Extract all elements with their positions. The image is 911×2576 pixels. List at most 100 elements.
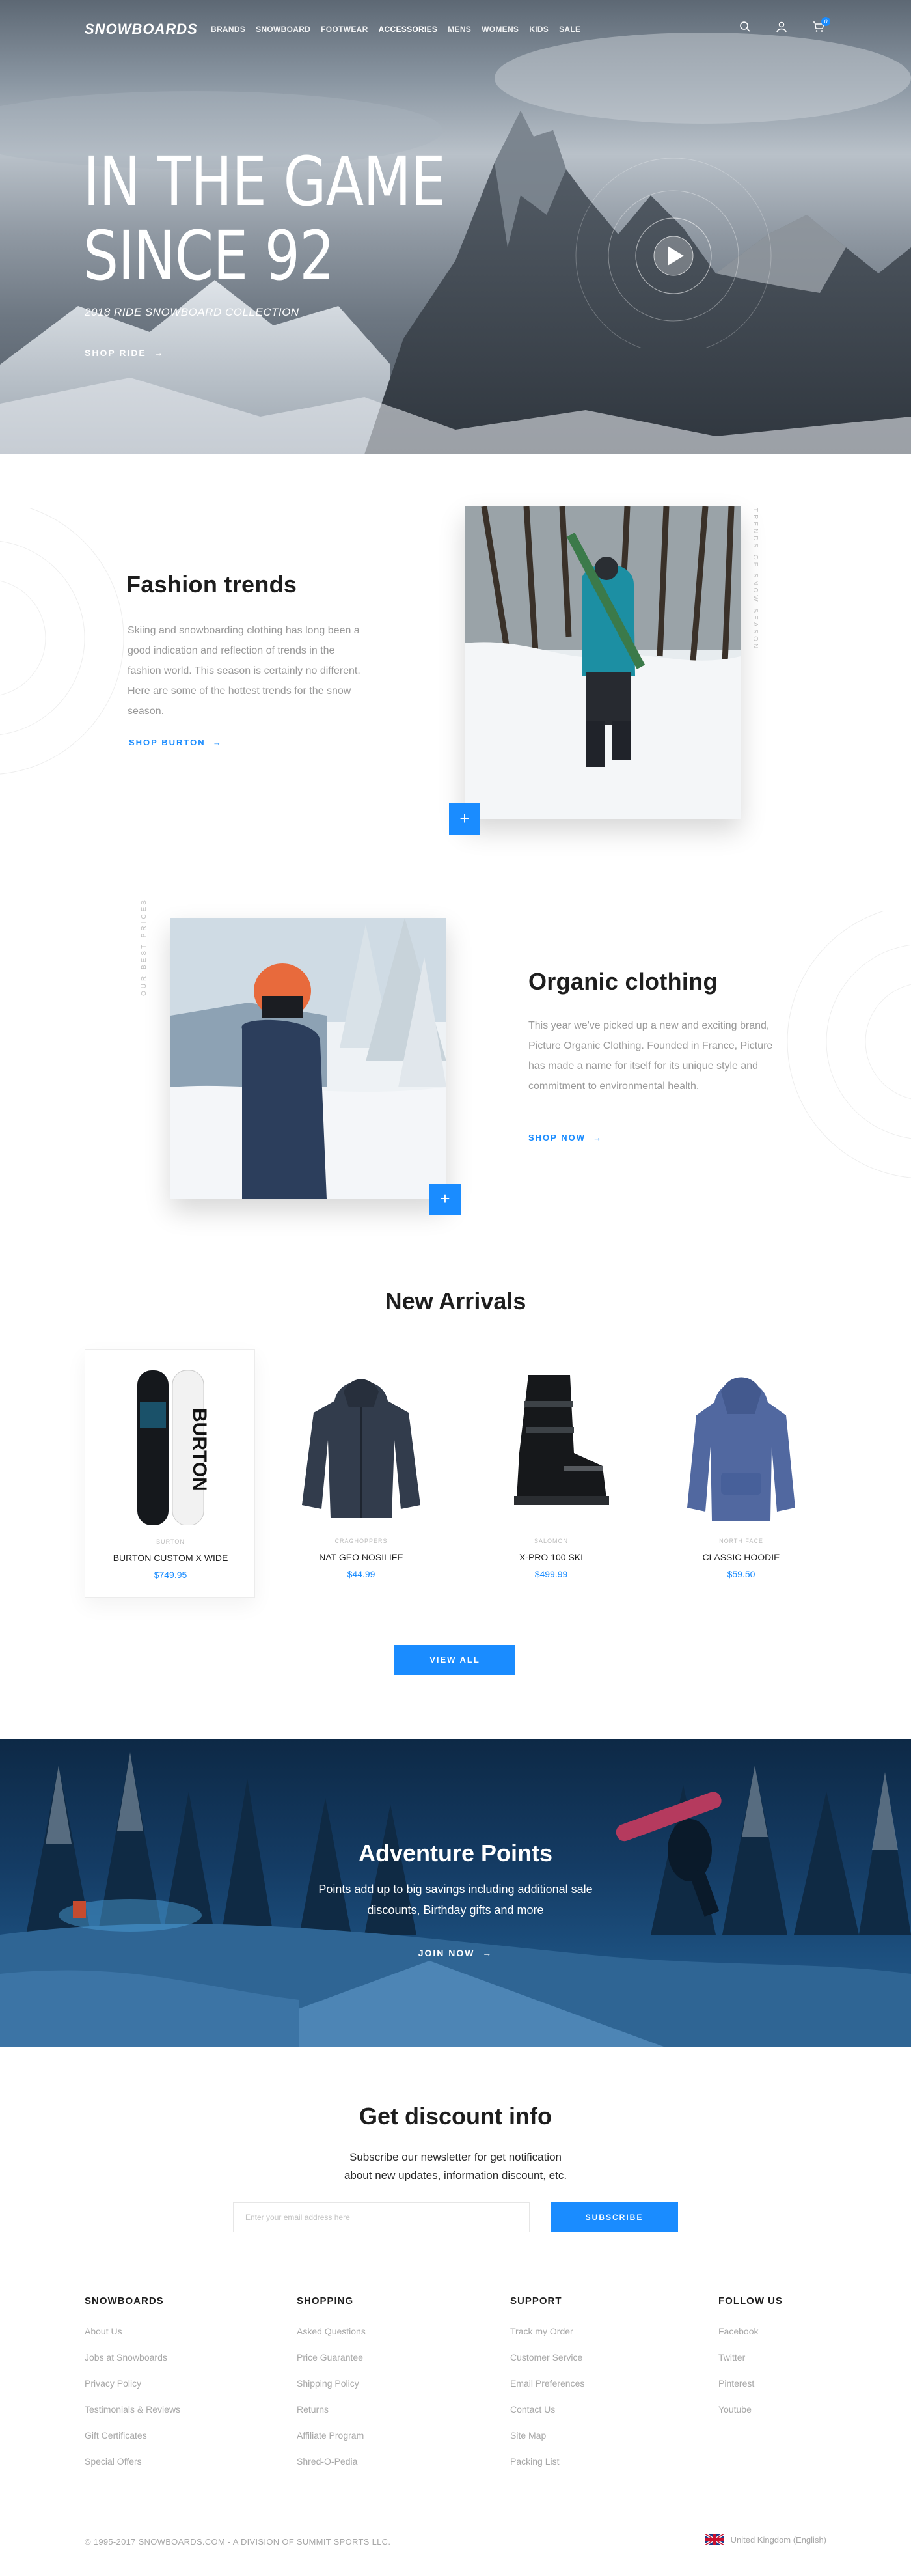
user-icon[interactable]	[776, 21, 790, 35]
search-icon[interactable]	[739, 21, 754, 35]
nav-snowboard[interactable]: SNOWBOARD	[256, 25, 310, 34]
join-now-link[interactable]: JOIN NOW →	[0, 1948, 911, 1958]
footer-link[interactable]: Twitter	[718, 2352, 783, 2378]
footer-link[interactable]: Email Preferences	[510, 2378, 584, 2404]
product-name[interactable]: CLASSIC HOODIE	[656, 1552, 826, 1562]
hero-cta-link[interactable]: SHOP RIDE →	[85, 348, 165, 358]
product-image-snowboard: BURTON	[137, 1370, 210, 1525]
footer-link[interactable]: Pinterest	[718, 2378, 783, 2404]
new-arrivals-title: New Arrivals	[385, 1288, 526, 1314]
shop-burton-link[interactable]: SHOP BURTON →	[129, 738, 223, 747]
nav-accessories[interactable]: ACCESSORIES	[379, 25, 438, 34]
newsletter-text-line2: about new updates, information discount,…	[344, 2169, 567, 2181]
organic-photo	[170, 918, 446, 1199]
nav-footwear[interactable]: FOOTWEAR	[321, 25, 368, 34]
product-price: $44.99	[347, 1569, 375, 1579]
footer-column-support: SUPPORT Track my Order Customer Service …	[510, 2295, 584, 2482]
adventure-title: Adventure Points	[358, 1840, 553, 1866]
product-image-hoodie	[302, 1379, 420, 1518]
nav-kids[interactable]: KIDS	[529, 25, 549, 34]
arrow-right-icon: →	[150, 348, 165, 358]
add-organic-button[interactable]: +	[429, 1184, 461, 1215]
fashion-photo	[465, 506, 741, 819]
hero-cta-label: SHOP RIDE	[85, 348, 146, 358]
footer-link[interactable]: Gift Certificates	[85, 2430, 180, 2456]
footer-column-shopping: SHOPPING Asked Questions Price Guarantee…	[297, 2295, 366, 2482]
nav-brands[interactable]: BRANDS	[211, 25, 245, 34]
product-image-ski-boot	[514, 1375, 609, 1505]
nav-womens[interactable]: WOMENS	[482, 25, 519, 34]
product-brand: NORTH FACE	[719, 1538, 763, 1544]
play-video-button[interactable]	[566, 140, 774, 348]
add-fashion-button[interactable]: +	[449, 803, 480, 835]
footer-link[interactable]: Privacy Policy	[85, 2378, 180, 2404]
hero-title-line1: IN THE GAME	[83, 142, 446, 221]
email-field[interactable]	[233, 2202, 530, 2232]
hero-subtitle: 2018 RIDE SNOWBOARD COLLECTION	[85, 306, 299, 318]
product-name[interactable]: NAT GEO NOSILIFE	[276, 1552, 446, 1562]
footer-link[interactable]: Price Guarantee	[297, 2352, 366, 2378]
vertical-label-trends: TRENDS OF SNOW SEASON	[752, 508, 759, 652]
language-label: United Kingdom (English)	[730, 2534, 826, 2545]
product-price: $499.99	[534, 1569, 568, 1579]
adventure-text-line1: Points add up to big savings including a…	[318, 1883, 593, 1896]
footer-link[interactable]: Track my Order	[510, 2326, 584, 2352]
footer-link[interactable]: Special Offers	[85, 2456, 180, 2482]
newsletter-text: Subscribe our newsletter for get notific…	[0, 2148, 911, 2185]
cart-icon[interactable]: 0	[812, 17, 830, 35]
footer-link[interactable]: Testimonials & Reviews	[85, 2404, 180, 2430]
nav-mens[interactable]: MENS	[448, 25, 471, 34]
join-now-label: JOIN NOW	[418, 1948, 475, 1958]
site-logo[interactable]: SNOWBOARDS	[85, 21, 198, 38]
footer-link[interactable]: Contact Us	[510, 2404, 584, 2430]
footer-heading: SNOWBOARDS	[85, 2295, 164, 2306]
fashion-title: Fashion trends	[126, 571, 297, 598]
footer-link[interactable]: Shred-O-Pedia	[297, 2456, 366, 2482]
newsletter-text-line1: Subscribe our newsletter for get notific…	[349, 2151, 562, 2163]
view-all-button[interactable]: VIEW ALL	[394, 1645, 515, 1675]
product-card[interactable]: NORTH FACE CLASSIC HOODIE $59.50	[656, 1349, 826, 1598]
footer-link[interactable]: Facebook	[718, 2326, 783, 2352]
footer-heading: SHOPPING	[297, 2295, 354, 2306]
product-price: $59.50	[727, 1569, 755, 1579]
footer-link[interactable]: Packing List	[510, 2456, 584, 2482]
footer-link[interactable]: Site Map	[510, 2430, 584, 2456]
adventure-text-line2: discounts, Birthday gifts and more	[367, 1904, 544, 1917]
footer-link[interactable]: Asked Questions	[297, 2326, 366, 2352]
svg-text:BURTON: BURTON	[189, 1408, 210, 1491]
footer-link[interactable]: About Us	[85, 2326, 180, 2352]
uk-flag-icon	[704, 2534, 724, 2545]
language-selector[interactable]: United Kingdom (English)	[704, 2534, 826, 2545]
shop-now-label: SHOP NOW	[528, 1133, 586, 1143]
footer-link[interactable]: Returns	[297, 2404, 366, 2430]
footer-link[interactable]: Affiliate Program	[297, 2430, 366, 2456]
decorative-rings-left	[0, 508, 124, 775]
nav-sale[interactable]: SALE	[559, 25, 580, 34]
subscribe-button[interactable]: SUBSCRIBE	[551, 2202, 678, 2232]
adventure-text: Points add up to big savings including a…	[0, 1879, 911, 1920]
main-menu: BRANDS SNOWBOARD FOOTWEAR ACCESSORIES ME…	[211, 25, 591, 34]
product-card[interactable]: CRAGHOPPERS NAT GEO NOSILIFE $44.99	[276, 1349, 446, 1598]
product-brand: CRAGHOPPERS	[334, 1538, 388, 1544]
hero-banner: SNOWBOARDS BRANDS SNOWBOARD FOOTWEAR ACC…	[0, 0, 911, 454]
footer-link[interactable]: Youtube	[718, 2404, 783, 2430]
product-name[interactable]: X-PRO 100 SKI	[466, 1552, 636, 1562]
nav-icons: 0	[739, 17, 830, 35]
product-card[interactable]: BURTON BURTON BURTON CUSTOM X WIDE $749.…	[85, 1349, 255, 1598]
footer-heading: SUPPORT	[510, 2295, 562, 2306]
organic-title: Organic clothing	[528, 968, 718, 995]
arrow-right-icon: →	[478, 1948, 493, 1958]
footer-link[interactable]: Shipping Policy	[297, 2378, 366, 2404]
product-name[interactable]: BURTON CUSTOM X WIDE	[85, 1553, 256, 1563]
footer-link[interactable]: Customer Service	[510, 2352, 584, 2378]
product-price: $749.95	[154, 1570, 187, 1580]
footer-link[interactable]: Jobs at Snowboards	[85, 2352, 180, 2378]
organic-text: This year we've picked up a new and exci…	[528, 1020, 773, 1092]
product-image-classic-hoodie	[687, 1377, 795, 1521]
product-card[interactable]: SALOMON X-PRO 100 SKI $499.99	[466, 1349, 636, 1598]
cart-count-badge: 0	[821, 17, 830, 26]
footer-heading: FOLLOW US	[718, 2295, 783, 2306]
shop-now-link[interactable]: SHOP NOW →	[528, 1133, 603, 1143]
hero-title-line2: SINCE 92	[83, 216, 334, 296]
footer-column-snowboards: SNOWBOARDS About Us Jobs at Snowboards P…	[85, 2295, 180, 2482]
